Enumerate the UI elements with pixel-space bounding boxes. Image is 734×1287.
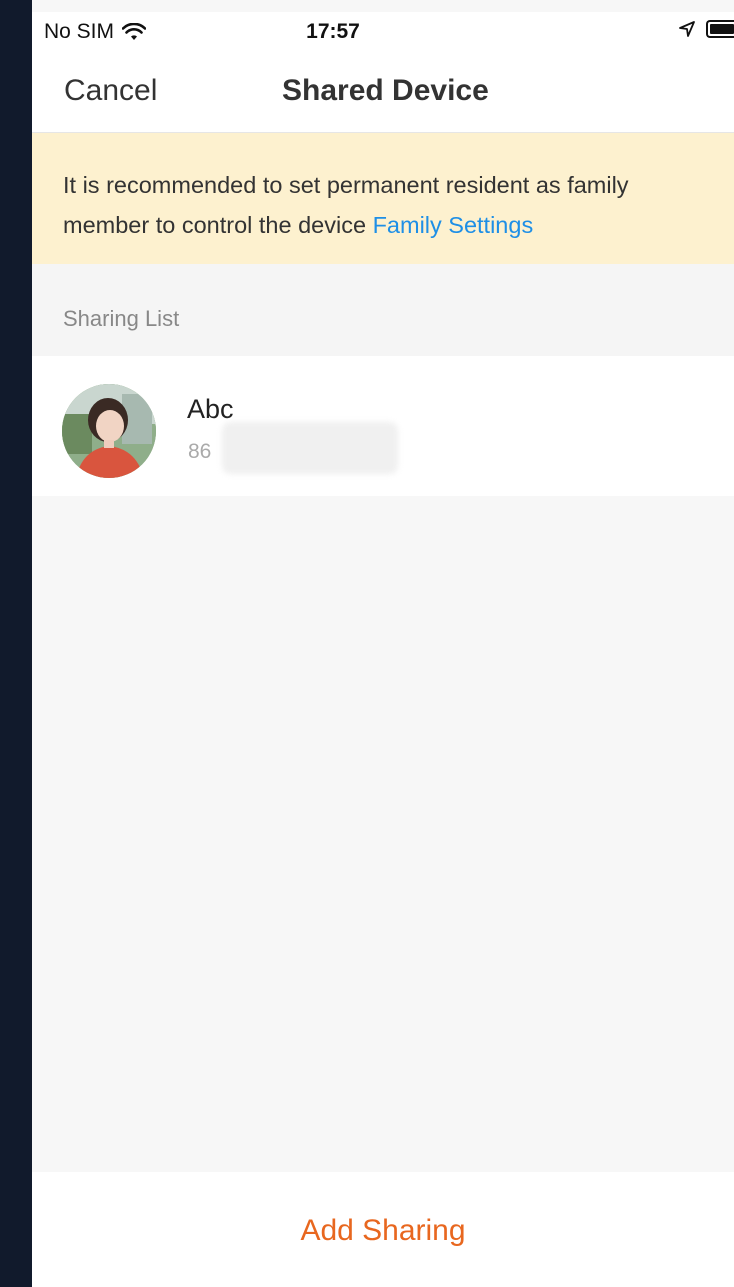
redacted-phone-overlay (222, 422, 398, 474)
location-arrow-icon (679, 21, 695, 37)
banner-message: It is recommended to set permanent resid… (63, 172, 629, 238)
cancel-button[interactable]: Cancel (64, 74, 157, 108)
recommendation-banner: It is recommended to set permanent resid… (32, 133, 734, 264)
avatar (62, 384, 156, 478)
status-bar: No SIM 17:57 (32, 12, 734, 52)
status-indicators (678, 20, 734, 38)
add-sharing-button[interactable]: Add Sharing (32, 1214, 734, 1248)
status-time: 17:57 (306, 20, 360, 43)
page-title: Shared Device (282, 74, 489, 107)
app-screen: No SIM 17:57 Cancel Shared Device It is … (32, 0, 734, 1287)
battery-icon (706, 20, 734, 38)
list-item[interactable]: Abc 86 (32, 356, 734, 496)
section-title: Sharing List (63, 306, 180, 331)
device-frame-left (0, 0, 32, 1287)
navigation-bar: Cancel Shared Device (32, 52, 734, 133)
user-name: Abc (187, 394, 234, 424)
family-settings-link[interactable]: Family Settings (373, 212, 534, 238)
sharing-list-header: Sharing List (32, 264, 734, 356)
user-phone: 86 (188, 440, 212, 463)
bottom-bar: Add Sharing (32, 1172, 734, 1287)
